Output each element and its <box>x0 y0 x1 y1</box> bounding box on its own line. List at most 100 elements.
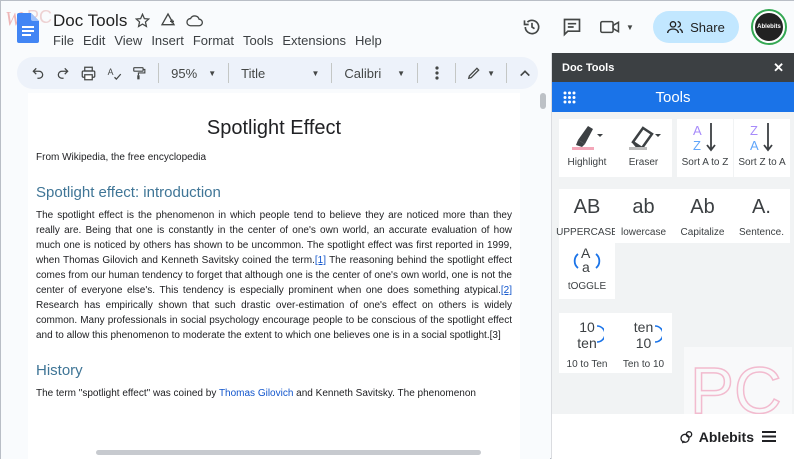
sort-z-a-icon: ZA <box>746 119 778 155</box>
chevron-down-icon: ▼ <box>487 68 496 78</box>
tool-label: Eraser <box>628 157 659 168</box>
author-link[interactable]: Thomas Gilovich <box>219 388 293 399</box>
chevron-down-icon: ▼ <box>311 68 320 78</box>
formatting-toolbar: A 95% ▼ Title ▼ Calibri ▼ ▼ <box>17 57 538 89</box>
toolbar-divider <box>228 63 230 83</box>
panel-header-title: Doc Tools <box>562 61 615 74</box>
more-options-icon[interactable] <box>424 60 449 86</box>
tool-label: Capitalize <box>680 227 725 238</box>
tool-ten-to-10[interactable]: ten 10 Ten to 10 <box>615 313 672 373</box>
docs-logo-icon[interactable] <box>17 13 39 43</box>
tool-capitalize[interactable]: Ab Capitalize <box>672 189 733 243</box>
tool-sort-z-a[interactable]: ZA Sort Z to A <box>734 119 790 177</box>
reference-link-1[interactable]: [1] <box>315 255 326 266</box>
spellcheck-icon[interactable]: A <box>101 60 126 86</box>
undo-icon[interactable] <box>25 60 50 86</box>
toolbar-divider <box>505 63 507 83</box>
menu-file[interactable]: File <box>53 33 80 48</box>
footer-brand-label: Ablebits <box>698 428 754 445</box>
editing-mode-icon[interactable]: ▼ <box>462 60 499 86</box>
panel-title-bar: Tools <box>552 82 794 112</box>
tool-toggle[interactable]: Aa tOGGLE <box>559 243 615 299</box>
word-to-number-icon: ten 10 <box>633 313 663 357</box>
style-select[interactable]: Title ▼ <box>235 66 325 81</box>
paragraph-text: Research has empirically shown that such… <box>36 300 512 341</box>
meet-icon[interactable]: ▼ <box>595 10 639 44</box>
document-title[interactable]: Doc Tools <box>53 11 127 31</box>
paragraph-text: and Kenneth Savitsky. The phenomenon <box>293 388 476 399</box>
paragraph-text: The term "spotlight effect" was coined b… <box>36 388 219 399</box>
glyph-top: ten <box>633 319 654 335</box>
section-heading-intro: Spotlight effect: introduction <box>36 184 221 201</box>
document-page[interactable]: Spotlight Effect From Wikipedia, the fre… <box>28 93 520 459</box>
section-heading-history: History <box>36 362 83 379</box>
reference-link-2[interactable]: [2] <box>501 285 512 296</box>
star-icon[interactable] <box>133 11 151 29</box>
source-line: From Wikipedia, the free encyclopedia <box>36 152 207 163</box>
header-actions: ▼ Share Ablebits <box>509 9 787 45</box>
horizontal-scrollbar[interactable] <box>96 450 481 455</box>
tool-highlight[interactable]: Highlight <box>559 119 615 177</box>
people-icon <box>667 21 684 34</box>
share-button[interactable]: Share <box>653 11 739 43</box>
menu-extensions[interactable]: Extensions <box>282 33 352 48</box>
redo-icon[interactable] <box>50 60 75 86</box>
hamburger-menu-icon[interactable] <box>762 431 776 442</box>
ablebits-logo-icon <box>680 430 693 443</box>
cloud-status-icon[interactable] <box>185 11 203 29</box>
glyph-bottom: ten <box>577 335 597 351</box>
menu-tools[interactable]: Tools <box>243 33 279 48</box>
document-canvas: Spotlight Effect From Wikipedia, the fre… <box>1 93 550 459</box>
paint-format-icon[interactable] <box>127 60 152 86</box>
font-select[interactable]: Calibri ▼ <box>338 66 411 81</box>
ablebits-brand[interactable]: Ablebits <box>679 429 754 445</box>
close-icon[interactable]: ✕ <box>773 60 784 76</box>
title-icons <box>133 11 203 29</box>
chevron-down-icon: ▼ <box>626 22 634 32</box>
share-label: Share <box>690 19 725 35</box>
zoom-select[interactable]: 95% ▼ <box>165 66 222 81</box>
collapse-menus-icon[interactable] <box>513 60 538 86</box>
tool-10-to-ten[interactable]: 10 ten 10 to Ten <box>559 313 615 373</box>
capitalize-glyph: Ab <box>690 195 715 218</box>
tool-label: Ten to 10 <box>622 359 665 370</box>
tool-label: Sort A to Z <box>681 157 729 168</box>
style-value: Title <box>241 65 266 81</box>
vertical-scrollbar[interactable] <box>540 93 546 109</box>
apps-grid-icon[interactable] <box>563 91 576 104</box>
zoom-value: 95% <box>171 65 198 81</box>
svg-text:A: A <box>750 138 759 153</box>
tool-eraser[interactable]: Eraser <box>615 119 672 177</box>
toolbar-divider <box>158 63 160 83</box>
menu-edit[interactable]: Edit <box>83 33 111 48</box>
menu-bar: File Edit View Insert Format Tools Exten… <box>53 33 391 48</box>
menu-format[interactable]: Format <box>193 33 240 48</box>
tool-uppercase[interactable]: AB UPPERCASE <box>556 189 618 243</box>
tool-label: UPPERCASE <box>556 227 618 238</box>
chevron-down-icon: ▼ <box>397 68 406 78</box>
svg-text:Z: Z <box>693 138 701 153</box>
sort-a-z-icon: AZ <box>689 119 721 155</box>
glyph-top: 10 <box>579 319 595 335</box>
avatar[interactable]: Ablebits <box>751 9 787 45</box>
menu-help[interactable]: Help <box>355 33 388 48</box>
tool-sentence[interactable]: A. Sentence. <box>733 189 790 243</box>
version-history-icon[interactable] <box>515 10 549 44</box>
doc-tools-panel: Doc Tools ✕ Tools Highlight Eraser AZ So… <box>551 53 794 459</box>
highlighter-icon <box>570 119 604 155</box>
svg-text:a: a <box>582 259 590 275</box>
tool-label: Sort Z to A <box>738 157 786 168</box>
menu-insert[interactable]: Insert <box>151 33 190 48</box>
svg-text:A: A <box>693 123 702 138</box>
tool-label: Sentence. <box>738 227 785 238</box>
move-folder-icon[interactable] <box>159 11 177 29</box>
paragraph-history: The term "spotlight effect" was coined b… <box>36 386 512 401</box>
comments-icon[interactable] <box>555 10 589 44</box>
uppercase-glyph: AB <box>573 195 601 218</box>
tool-lowercase[interactable]: ab lowercase <box>615 189 672 243</box>
menu-view[interactable]: View <box>114 33 148 48</box>
tool-sort-a-z[interactable]: AZ Sort A to Z <box>677 119 733 177</box>
tool-label: lowercase <box>620 227 667 238</box>
panel-footer: Ablebits <box>552 414 794 459</box>
print-icon[interactable] <box>76 60 101 86</box>
